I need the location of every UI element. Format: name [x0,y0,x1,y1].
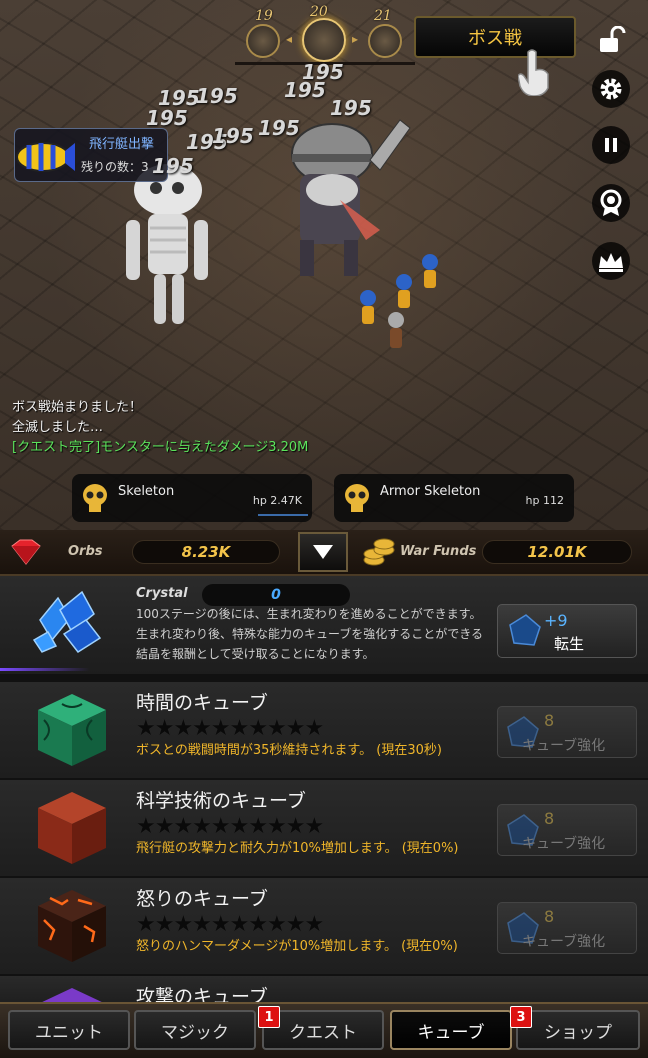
stage-prev-button[interactable] [246,24,280,58]
cube-upgrade-button[interactable]: 8 キューブ強化 [497,902,637,954]
tab-shop[interactable]: ショップ [516,1010,640,1050]
ruby-icon [11,539,41,565]
shop-notification-badge: 3 [510,1006,532,1028]
monster-hp: hp 112 [525,494,564,507]
crown-icon [599,253,623,272]
crystal-icon [32,590,102,653]
cube-upgrade-button[interactable]: 8 キューブ強化 [497,804,637,856]
crystal-label: Crystal [136,586,188,601]
cube-title: 怒りのキューブ [136,888,268,910]
star-rating: ★★★★★★★★★★ [136,716,324,741]
technology-cube-icon [38,792,106,864]
cube-row-rage: 怒りのキューブ ★★★★★★★★★★ 怒りのハンマーダメージが10%増加します。… [0,876,648,974]
tab-units[interactable]: ユニット [8,1010,130,1050]
war-funds-label: War Funds [400,544,477,559]
cube-cost: 8 [544,809,555,828]
damage-number: 195 [146,106,188,130]
gear-icon [600,78,622,100]
battle-log-line: ボス戦始まりました！ [12,400,143,415]
collapse-panel-button[interactable] [298,532,348,572]
cube-upgrade-button[interactable]: 8 キューブ強化 [497,706,637,758]
blue-gem-icon [509,614,541,646]
war-funds-value: 12.01K [482,540,632,564]
rebirth-button[interactable]: +9 転生 [497,604,637,658]
monster-hp: hp 2.47K [252,494,302,507]
stage-selector: 19 ◂ 20 ▸ 21 [240,4,420,66]
monster-name: Armor Skeleton [380,484,481,499]
airship-remaining: 残りの数：3 [81,160,149,174]
stage-next-number: 21 [374,8,392,24]
skull-icon [345,484,369,512]
cube-row-time: 時間のキューブ ★★★★★★★★★★ ボスとの戦闘時間が35秒維持されます。 (… [0,680,648,778]
cube-cost: 8 [544,907,555,926]
damage-number: 195 [258,116,300,140]
damage-number: 195 [152,154,194,178]
star-rating: ★★★★★★★★★★ [136,814,324,839]
damage-number: 195 [212,124,254,148]
cube-title: 科学技術のキューブ [136,790,306,812]
battle-log-line: 全滅しました… [12,420,104,435]
airship-title: 飛行艇出撃 [89,137,155,152]
stage-next-button[interactable] [368,24,402,58]
orbs-value: 8.23K [132,540,280,564]
cube-description: 怒りのハンマーダメージが10%増加します。 (現在0%) [136,939,458,954]
tab-quest[interactable]: クエスト [262,1010,384,1050]
pointing-hand-icon [518,49,549,96]
damage-number: 195 [302,60,344,84]
quest-complete-log: [クエスト完了]モンスターに与えたダメージ3.20M [12,440,309,455]
rebirth-bonus: +9 [544,611,568,630]
crystal-value: 0 [202,584,350,606]
airship-launch-panel[interactable]: 飛行艇出撃 残りの数：3 [14,128,168,182]
monster-card-armor-skeleton[interactable]: Armor Skeleton hp 112 [334,474,574,522]
pause-icon [605,138,617,152]
stage-current-coin [302,18,346,62]
divider-accent [0,668,90,671]
arrow-right-icon[interactable]: ▸ [352,32,358,46]
skull-icon [83,484,107,512]
monster-card-skeleton[interactable]: Skeleton hp 2.47K [72,474,312,522]
cube-upgrade-label: キューブ強化 [522,836,606,852]
unlock-icon[interactable] [598,26,628,54]
triangle-down-icon [313,545,333,559]
cube-description: ボスとの戦闘時間が35秒維持されます。 (現在30秒) [136,743,442,758]
settings-button[interactable] [592,70,630,108]
airship-icon [16,142,75,172]
coins-icon [363,538,395,566]
achievement-button[interactable] [592,184,630,222]
cube-row-technology: 科学技術のキューブ ★★★★★★★★★★ 飛行艇の攻撃力と耐久力が10%増加しま… [0,778,648,876]
pause-button[interactable] [592,126,630,164]
battle-field: 19 ◂ 20 ▸ 21 ボス戦 飛行艇出撃 残りの数：3 195 195 19… [0,0,648,530]
rebirth-label: 転生 [554,635,585,653]
bottom-tab-bar: ユニット マジック クエスト キューブ ショップ 1 3 [0,1002,648,1058]
cube-cost: 8 [544,711,555,730]
tab-cube[interactable]: キューブ [390,1010,512,1050]
medal-icon [600,189,622,216]
stage-prev-number: 19 [255,8,273,24]
time-cube-icon [38,694,106,766]
soldier-units [360,254,438,348]
crystal-panel: Crystal 0 100ステージの後には、生まれ変わりを進めることができます。… [0,576,648,674]
cube-title: 時間のキューブ [136,692,268,714]
star-rating: ★★★★★★★★★★ [136,912,324,937]
cube-upgrade-label: キューブ強化 [522,934,606,950]
damage-number: 195 [196,84,238,108]
orbs-label: Orbs [68,544,103,559]
quest-notification-badge: 1 [258,1006,280,1028]
cube-description: 飛行艇の攻撃力と耐久力が10%増加します。 (現在0%) [136,841,459,856]
ranking-button[interactable] [592,242,630,280]
cube-upgrade-label: キューブ強化 [522,738,606,754]
arrow-left-icon[interactable]: ◂ [286,32,292,46]
monster-name: Skeleton [118,484,175,499]
crystal-description: 100ステージの後には、生まれ変わりを進めることができます。生まれ変わり後、特殊… [136,607,484,661]
damage-number: 195 [330,96,372,120]
tab-magic[interactable]: マジック [134,1010,256,1050]
monster-hp-bar [258,514,308,516]
rage-cube-icon [38,890,106,962]
